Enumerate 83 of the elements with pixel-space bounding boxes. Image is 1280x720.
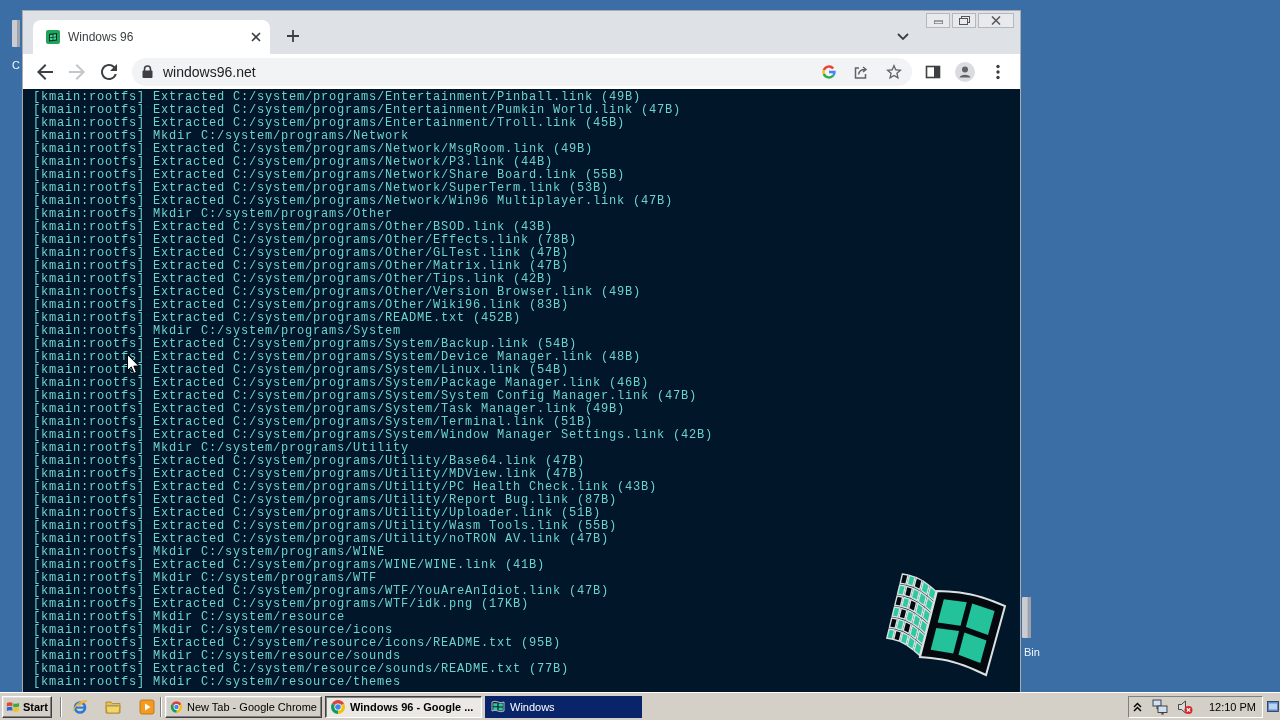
terminal-line: [kmain:rootfs] Extracted C:/system/programs/Entertainment/Pinball.link (49B) — [33, 91, 642, 104]
terminal-line: [kmain:rootfs] Extracted C:/system/resource/sounds/README.txt (77B) — [33, 663, 570, 676]
terminal-line: [kmain:rootfs] Extracted C:/system/programs/Network/P3.link (44B) — [33, 156, 554, 169]
taskbar-button[interactable]: Windows 96 - Google ... — [325, 695, 482, 718]
restore-button[interactable] — [952, 13, 976, 28]
forward-arrow-icon — [69, 63, 85, 80]
browser-tab[interactable]: Windows 96 — [33, 20, 270, 54]
share-icon[interactable] — [853, 63, 869, 80]
terminal-line: [kmain:rootfs] Extracted C:/system/programs/System/Device Manager.link (48B) — [33, 351, 642, 364]
menu-icon[interactable] — [996, 63, 1000, 80]
terminal-line: [kmain:rootfs] Mkdir C:/system/programs/Other — [33, 208, 394, 221]
terminal-line: [kmain:rootfs] Mkdir C:/system/resource/sounds — [33, 650, 402, 663]
terminal-line: [kmain:rootfs] Mkdir C:/system/programs/Network — [33, 130, 410, 143]
flag-logo-icon — [490, 698, 506, 715]
terminal-line: [kmain:rootfs] Extracted C:/system/programs/System/Package Manager.link (46B) — [33, 377, 650, 390]
terminal-line: [kmain:rootfs] Extracted C:/system/programs/README.txt (452B) — [33, 312, 522, 325]
muted-speaker-icon[interactable] — [1176, 698, 1193, 715]
terminal-line: [kmain:rootfs] Extracted C:/system/programs/Other/BSOD.link (43B) — [33, 221, 554, 234]
close-icon — [991, 16, 1001, 25]
terminal-line: [kmain:rootfs] Extracted C:/system/programs/Other/Tips.link (42B) — [33, 273, 554, 286]
play-icon[interactable] — [139, 698, 155, 715]
terminal-line: [kmain:rootfs] Extracted C:/system/programs/System/Terminal.link (51B) — [33, 416, 594, 429]
terminal-line: [kmain:rootfs] Extracted C:/system/programs/WTF/idk.png (17KB) — [33, 598, 530, 611]
web-browser-icon[interactable] — [72, 698, 88, 715]
network-icon[interactable] — [1152, 698, 1168, 715]
show-desktop-icon[interactable] — [1267, 699, 1279, 714]
side-panel-icon[interactable] — [925, 63, 941, 80]
terminal-line: [kmain:rootfs] Extracted C:/system/resource/icons/README.txt (95B) — [33, 637, 562, 650]
terminal-line: [kmain:rootfs] Extracted C:/system/programs/Other/Wiki96.link (83B) — [33, 299, 570, 312]
terminal-line: [kmain:rootfs] Extracted C:/system/programs/Network/Win96 Multiplayer.link (47B) — [33, 195, 674, 208]
terminal-line: [kmain:rootfs] Extracted C:/system/programs/Other/Matrix.link (47B) — [33, 260, 570, 273]
terminal-line: [kmain:rootfs] Extracted C:/system/programs/System/Backup.link (54B) — [33, 338, 578, 351]
terminal-line: [kmain:rootfs] Extracted C:/system/programs/System/System Config Manager.link (47B) — [33, 390, 698, 403]
terminal-line: [kmain:rootfs] Extracted C:/system/programs/Network/MsgRoom.link (49B) — [33, 143, 594, 156]
flag-logo-icon — [6, 699, 20, 714]
terminal-line: [kmain:rootfs] Extracted C:/system/programs/Entertainment/Troll.link (45B) — [33, 117, 626, 130]
browser-logo-icon — [330, 698, 346, 715]
terminal-line: [kmain:rootfs] Mkdir C:/system/programs/WTF — [33, 572, 378, 585]
close-button[interactable] — [978, 13, 1014, 28]
terminal-line: [kmain:rootfs] Mkdir C:/system/programs/Utility — [33, 442, 410, 455]
address-bar[interactable]: windows96.net — [132, 57, 912, 86]
terminal-line: [kmain:rootfs] Extracted C:/system/programs/WINE/WINE.link (41B) — [33, 559, 546, 572]
terminal-line: [kmain:rootfs] Extracted C:/system/programs/System/Linux.link (54B) — [33, 364, 570, 377]
chevron-up-icon[interactable] — [1133, 701, 1142, 712]
terminal-line: [kmain:rootfs] Extracted C:/system/programs/Utility/noTRON AV.link (47B) — [33, 533, 610, 546]
terminal-line: [kmain:rootfs] Extracted C:/system/programs/Entertainment/Pumkin World.link (47B) — [33, 104, 682, 117]
terminal-line: [kmain:rootfs] Extracted C:/system/programs/Other/Effects.link (78B) — [33, 234, 578, 247]
lock-icon — [142, 65, 153, 78]
clock[interactable]: 12:10 PM — [1208, 700, 1256, 713]
minimize-icon — [933, 17, 943, 24]
avatar-icon[interactable] — [955, 61, 975, 82]
terminal-line: [kmain:rootfs] Mkdir C:/system/programs/System — [33, 325, 402, 338]
terminal-line: [kmain:rootfs] Extracted C:/system/programs/Utility/Report Bug.link (87B) — [33, 494, 618, 507]
restore-icon — [958, 16, 970, 25]
terminal-line: [kmain:rootfs] Extracted C:/system/programs/Utility/MDView.link (47B) — [33, 468, 586, 481]
star-icon[interactable] — [886, 63, 902, 80]
terminal-line: [kmain:rootfs] Extracted C:/system/programs/Utility/Base64.link (47B) — [33, 455, 586, 468]
desktop-icon-label[interactable]: C — [12, 59, 20, 72]
browser-logo-icon — [170, 698, 183, 715]
terminal-line: [kmain:rootfs] Extracted C:/system/programs/Network/SuperTerm.link (53B) — [33, 182, 610, 195]
terminal-line: [kmain:rootfs] Mkdir C:/system/resource/icons — [33, 624, 394, 637]
terminal-line: [kmain:rootfs] Extracted C:/system/programs/System/Window Manager Settings.link (42B) — [33, 429, 714, 442]
terminal-line: [kmain:rootfs] Extracted C:/system/programs/Utility/Uploader.link (51B) — [33, 507, 602, 520]
terminal-line: [kmain:rootfs] Mkdir C:/system/programs/WINE — [33, 546, 386, 559]
terminal-line: [kmain:rootfs] Extracted C:/system/programs/System/Task Manager.link (49B) — [33, 403, 626, 416]
url-text[interactable]: windows96.net — [163, 63, 256, 80]
terminal-line: [kmain:rootfs] Extracted C:/system/programs/WTF/YouAreAnIdiot.link (47B) — [33, 585, 610, 598]
desktop-icon-label[interactable]: Bin — [1024, 646, 1040, 659]
terminal-line: [kmain:rootfs] Mkdir C:/system/resource/themes — [33, 676, 402, 689]
back-arrow-icon — [37, 63, 53, 80]
taskbar-button[interactable]: New Tab - Google Chrome — [165, 695, 322, 718]
plus-icon[interactable] — [285, 28, 301, 44]
reload-icon — [101, 63, 117, 80]
terminal-line: [kmain:rootfs] Extracted C:/system/programs/Utility/PC Health Check.link (43B) — [33, 481, 658, 494]
terminal-line: [kmain:rootfs] Mkdir C:/system/resource — [33, 611, 346, 624]
taskbar-button[interactable]: Windows — [485, 695, 642, 718]
terminal-line: [kmain:rootfs] Extracted C:/system/programs/Other/Version Browser.link (49B) — [33, 286, 642, 299]
terminal-line: [kmain:rootfs] Extracted C:/system/programs/Other/GLTest.link (47B) — [33, 247, 570, 260]
terminal-line: [kmain:rootfs] Extracted C:/system/programs/Network/Share Board.link (55B) — [33, 169, 626, 182]
terminal-line: [kmain:rootfs] Extracted C:/system/programs/Utility/Wasm Tools.link (55B) — [33, 520, 618, 533]
g-logo-icon[interactable] — [821, 63, 837, 80]
start-button[interactable]: Start — [2, 695, 52, 718]
favicon-icon — [46, 30, 60, 44]
